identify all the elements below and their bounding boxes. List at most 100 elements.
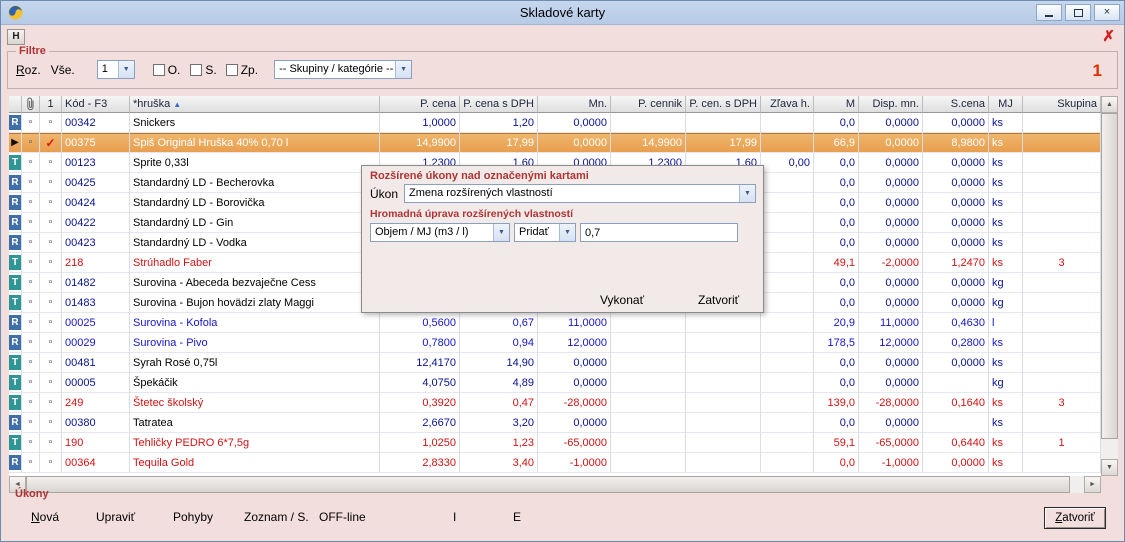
row-indicator-cell: R xyxy=(9,213,22,233)
table-row[interactable]: R∘∘00029Surovina - Pivo0,78000,9412,0000… xyxy=(9,333,1101,353)
row-type-badge: T xyxy=(9,255,21,270)
row-type-badge: R xyxy=(9,335,21,350)
cell-value: ks xyxy=(989,433,1023,453)
cell-value: 0,0 xyxy=(814,273,859,293)
cell-value xyxy=(611,433,686,453)
cell-name: Surovina - Abeceda bezvaječne Cess xyxy=(130,273,380,293)
cell-value: -65,0000 xyxy=(859,433,923,453)
header-code[interactable]: Kód - F3 xyxy=(62,96,130,113)
cell-value: 1,0250 xyxy=(380,433,460,453)
header-skupina[interactable]: Skupina xyxy=(1023,96,1101,113)
header-mn[interactable]: Mn. xyxy=(538,96,611,113)
header-p-cena[interactable]: P. cena xyxy=(380,96,460,113)
vse-button[interactable]: Vše. xyxy=(51,63,75,77)
chevron-down-icon: ▼ xyxy=(118,61,134,78)
bulk-edit-group-label: Hromadná úprava rozšírených vlastností xyxy=(370,208,573,220)
table-row[interactable]: ▶∘✓00375Spiš Originál Hruška 40% 0,70 l1… xyxy=(9,133,1101,153)
row-indicator-cell: R xyxy=(9,333,22,353)
execute-button[interactable]: Vykonať xyxy=(600,293,644,307)
mark-cell: ∘ xyxy=(40,293,62,313)
cell-value: 0,0000 xyxy=(923,293,989,313)
filter-number-combobox[interactable]: 1 ▼ xyxy=(97,60,135,79)
maximize-button[interactable] xyxy=(1065,4,1091,21)
cell-value: kg xyxy=(989,293,1023,313)
table-row[interactable]: T∘∘249Štetec školský0,39200,47-28,000013… xyxy=(9,393,1101,413)
cell-value: 0,0000 xyxy=(859,153,923,173)
chevron-down-icon: ▼ xyxy=(739,185,755,202)
import-button[interactable]: I xyxy=(453,510,456,524)
header-p-cen-s-dph[interactable]: P. cen. s DPH xyxy=(686,96,761,113)
checkbox-zp[interactable] xyxy=(226,64,238,76)
table-row[interactable]: R∘∘00342Snickers1,00001,200,00000,00,000… xyxy=(9,113,1101,133)
table-row[interactable]: T∘∘00005Špekáčik4,07504,890,00000,00,000… xyxy=(9,373,1101,393)
mark-cell: ∘ xyxy=(40,113,62,133)
header-disp-mn[interactable]: Disp. mn. xyxy=(859,96,923,113)
close-window-button[interactable]: Zatvoriť xyxy=(1044,507,1106,529)
attachment-dot-icon: ∘ xyxy=(27,197,33,208)
row-indicator-cell: R xyxy=(9,193,22,213)
header-m[interactable]: M xyxy=(814,96,859,113)
cell-value xyxy=(761,373,814,393)
horizontal-scroll-thumb[interactable] xyxy=(26,476,1070,493)
header-s-cena[interactable]: S.cena xyxy=(923,96,989,113)
property-combobox[interactable]: Objem / MJ (m3 / l) ▼ xyxy=(370,223,510,242)
cell-value: -28,0000 xyxy=(538,393,611,413)
h-toolbar-button[interactable]: H xyxy=(7,29,25,45)
header-attachment-column[interactable] xyxy=(22,96,40,113)
cell-value: 0,0000 xyxy=(538,353,611,373)
mark-dot-icon: ∘ xyxy=(47,197,53,208)
close-button[interactable]: × xyxy=(1094,4,1120,21)
header-p-cena-s-dph[interactable]: P. cena s DPH xyxy=(460,96,538,113)
operation-combobox[interactable]: Pridať ▼ xyxy=(514,223,576,242)
row-indicator-cell: T xyxy=(9,253,22,273)
table-row[interactable]: T∘∘00481Syrah Rosé 0,75l12,417014,900,00… xyxy=(9,353,1101,373)
table-row[interactable]: R∘∘00025Surovina - Kofola0,56000,6711,00… xyxy=(9,313,1101,333)
header-pointer-column[interactable] xyxy=(9,96,22,113)
mark-dot-icon: ∘ xyxy=(47,337,53,348)
vertical-scrollbar[interactable]: ▲ ▼ xyxy=(1101,96,1118,476)
new-button[interactable]: Nová xyxy=(31,510,59,524)
minimize-button[interactable] xyxy=(1036,4,1062,21)
header-zlava[interactable]: Zľava h. xyxy=(761,96,814,113)
cell-value: 0,0000 xyxy=(859,233,923,253)
row-type-badge: T xyxy=(9,435,21,450)
cell-value xyxy=(686,113,761,133)
attachment-cell: ∘ xyxy=(22,293,40,313)
cell-value: 0,0000 xyxy=(859,193,923,213)
scroll-left-icon: ◄ xyxy=(14,481,21,488)
scroll-down-button[interactable]: ▼ xyxy=(1101,459,1118,476)
scroll-right-button[interactable]: ► xyxy=(1084,476,1101,493)
clear-filter-icon[interactable]: ✗ xyxy=(1102,27,1115,45)
header-mj[interactable]: MJ xyxy=(989,96,1023,113)
horizontal-scrollbar[interactable]: ◄ ► xyxy=(9,476,1101,493)
header-p-cennik[interactable]: P. cennik xyxy=(611,96,686,113)
checkbox-s[interactable] xyxy=(190,64,202,76)
cell-value: 178,5 xyxy=(814,333,859,353)
scroll-up-button[interactable]: ▲ xyxy=(1101,96,1118,113)
header-name[interactable]: *hruška ▲ xyxy=(130,96,380,113)
action-combobox[interactable]: Zmena rozšírených vlastností ▼ xyxy=(404,184,756,203)
table-row[interactable]: T∘∘190Tehličky PEDRO 6*7,5g1,02501,23-65… xyxy=(9,433,1101,453)
dialog-close-button[interactable]: Zatvoriť xyxy=(698,293,739,307)
mark-dot-icon: ∘ xyxy=(47,277,53,288)
cell-name: Štetec školský xyxy=(130,393,380,413)
movements-button[interactable]: Pohyby xyxy=(173,510,213,524)
edit-button[interactable]: Upraviť xyxy=(96,510,135,524)
vertical-scroll-thumb[interactable] xyxy=(1101,113,1118,439)
mark-dot-icon: ∘ xyxy=(47,417,53,428)
cell-value: 0,3920 xyxy=(380,393,460,413)
cell-value xyxy=(611,393,686,413)
export-button[interactable]: E xyxy=(513,510,521,524)
offline-button[interactable]: OFF-line xyxy=(319,510,366,524)
table-row[interactable]: R∘∘00364Tequila Gold2,83303,40-1,00000,0… xyxy=(9,453,1101,473)
group-category-combobox[interactable]: -- Skupiny / kategórie -- ▼ xyxy=(274,60,412,79)
mark-dot-icon: ∘ xyxy=(47,357,53,368)
mark-cell: ∘ xyxy=(40,333,62,353)
table-row[interactable]: R∘∘00380Tatratea2,66703,200,00000,00,000… xyxy=(9,413,1101,433)
header-mark-column[interactable]: 1 xyxy=(40,96,62,113)
value-input[interactable] xyxy=(580,223,738,242)
list-button[interactable]: Zoznam / S. xyxy=(244,510,309,524)
cell-name: Snickers xyxy=(130,113,380,133)
cell-value: 14,9900 xyxy=(380,133,460,153)
checkbox-o[interactable] xyxy=(153,64,165,76)
